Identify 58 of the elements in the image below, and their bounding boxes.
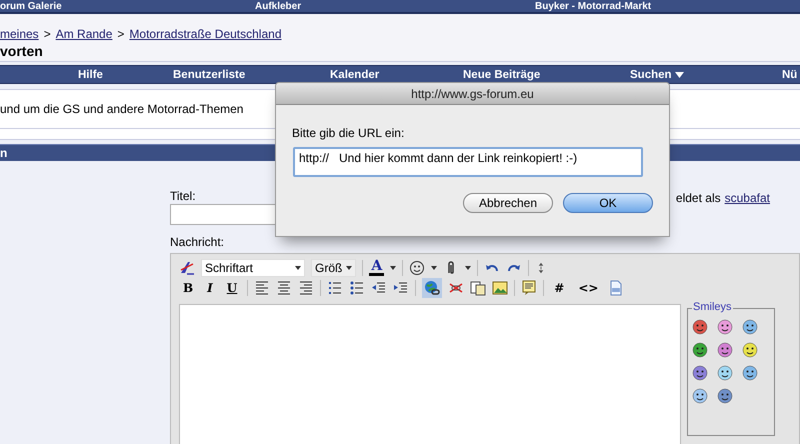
logged-in-text: eldet als (676, 191, 721, 205)
url-input[interactable]: http:// Und hier kommt dann der Link reinkopiert! :-) (293, 147, 643, 177)
breadcrumb-link[interactable]: meines (0, 27, 39, 41)
image-icon[interactable] (492, 280, 508, 296)
page-title: vorten (0, 43, 44, 59)
breadcrumb-link[interactable]: Motorradstraße Deutschland (129, 27, 282, 41)
breadcrumb-separator: > (117, 27, 124, 41)
remove-format-icon[interactable] (179, 260, 195, 276)
insert-link-button[interactable] (422, 278, 442, 298)
section-header: n (0, 146, 8, 160)
dialog-button[interactable]: Abbrechen (463, 193, 553, 213)
nav-link[interactable]: Hilfe (78, 68, 103, 80)
dialog-title: http://www.gs-forum.eu (411, 86, 534, 100)
nav-link[interactable]: Benutzerliste (173, 68, 246, 80)
numbered-list-icon[interactable] (327, 280, 344, 296)
top-nav-link[interactable]: orum Galerie (0, 0, 255, 12)
smiley-icon[interactable] (742, 342, 758, 358)
size-select[interactable]: Größ (311, 259, 356, 277)
forum-description: und um die GS und andere Motorrad-Themen (0, 102, 244, 116)
align-left-icon[interactable] (254, 280, 270, 296)
username-link[interactable]: scubafat (724, 191, 770, 205)
smiley-icon[interactable] (717, 319, 733, 335)
breadcrumb-separator: > (44, 27, 51, 41)
dialog-prompt: Bitte gib die URL ein: (292, 126, 406, 140)
smiley-icon[interactable] (742, 319, 758, 335)
dialog-button[interactable]: OK (563, 193, 653, 213)
php-file-icon[interactable] (608, 280, 624, 296)
format-button[interactable]: I (203, 280, 217, 296)
top-nav-link[interactable]: Aufkleber (255, 0, 535, 12)
smiley-icon[interactable] (409, 260, 426, 276)
smiley-icon[interactable] (692, 365, 708, 381)
text-color-button[interactable]: A (369, 260, 384, 276)
format-button[interactable]: U (222, 280, 242, 296)
smiley-icon[interactable] (692, 388, 708, 404)
smiley-icon[interactable] (692, 342, 708, 358)
nav-link[interactable]: Neue Beiträge (463, 68, 540, 80)
smiley-icon[interactable] (742, 365, 758, 381)
nav-link[interactable]: Suchen (630, 68, 684, 80)
nav-link[interactable]: Kalender (330, 68, 380, 80)
breadcrumb-link[interactable]: Am Rande (56, 27, 112, 41)
smiley-icon[interactable] (717, 388, 733, 404)
bullet-list-icon[interactable] (349, 280, 366, 296)
smiley-icon[interactable] (717, 365, 733, 381)
format-button[interactable]: B (179, 280, 198, 296)
documents-icon[interactable] (470, 280, 486, 296)
smileys-legend: Smileys (692, 301, 733, 313)
font-select[interactable]: Schriftart (201, 259, 305, 277)
title-label: Titel: (170, 189, 196, 203)
message-label: Nachricht: (170, 235, 224, 249)
code-button[interactable]: <> (574, 280, 602, 296)
nav-link[interactable]: Nü (782, 68, 798, 80)
quote-icon[interactable] (521, 280, 538, 296)
align-right-icon[interactable] (298, 280, 314, 296)
smiley-icon[interactable] (692, 319, 708, 335)
code-button[interactable]: # (550, 280, 568, 296)
align-center-icon[interactable] (276, 280, 292, 296)
top-nav-link[interactable]: Buyker - Motorrad-Markt (535, 0, 652, 12)
smiley-icon[interactable] (717, 342, 733, 358)
